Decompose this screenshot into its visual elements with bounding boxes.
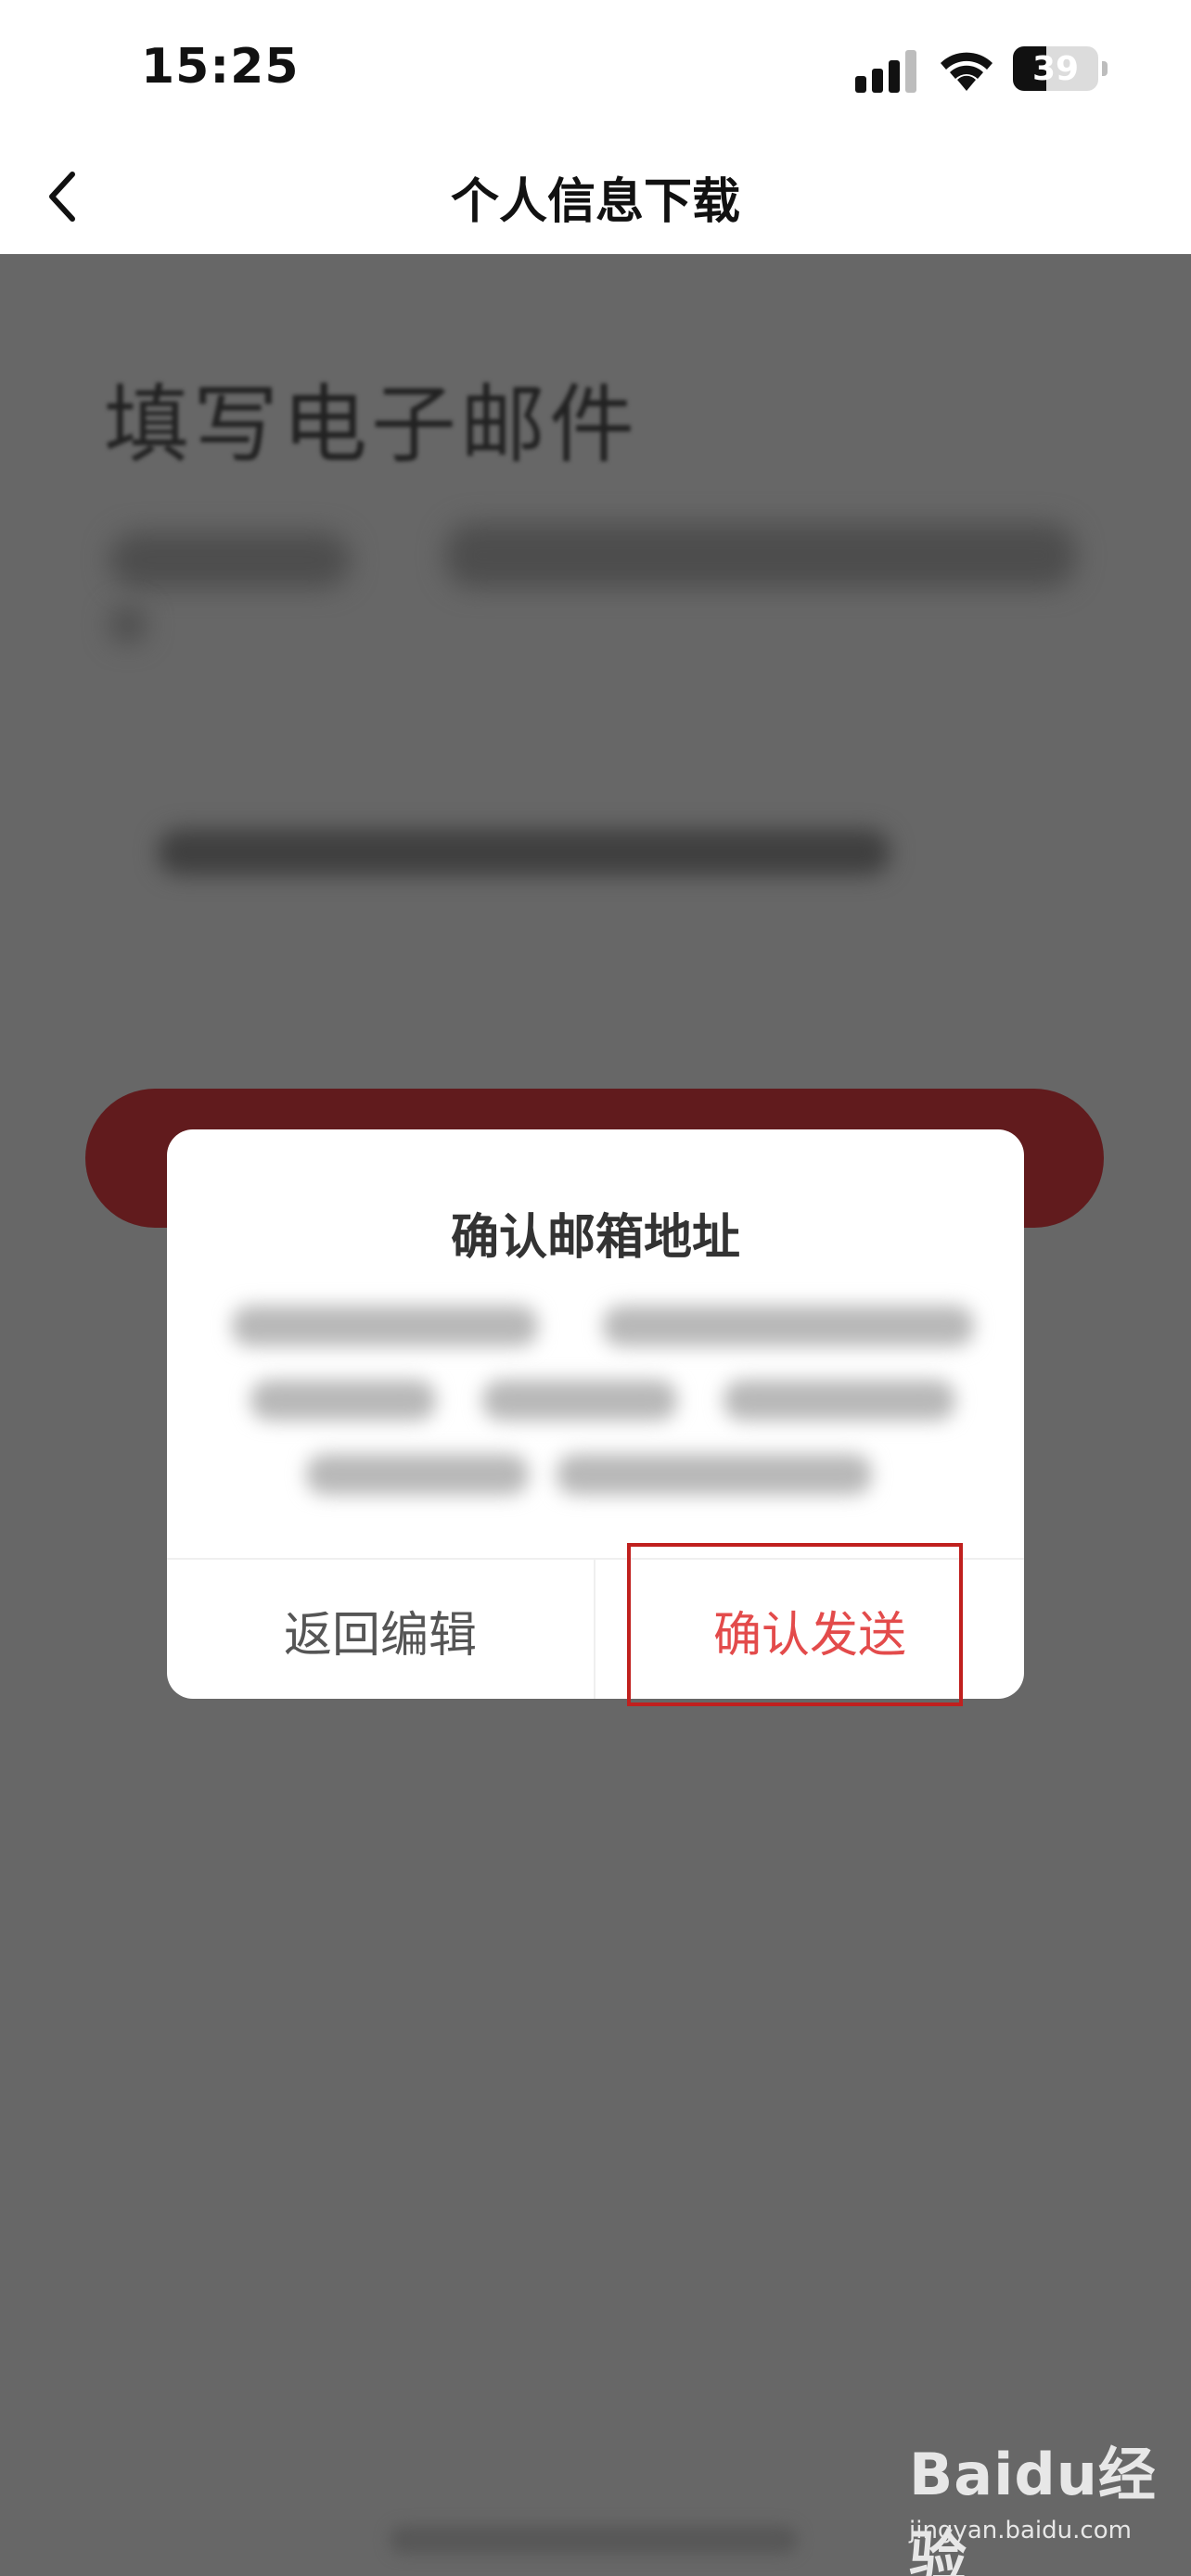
blurred-description-line <box>445 523 1076 588</box>
page-title: 个人信息下载 <box>450 173 740 230</box>
battery-icon: 39 <box>1013 46 1098 91</box>
blurred-description-line <box>109 606 147 644</box>
highlight-annotation-box <box>627 1543 963 1706</box>
screen: 15:25 39 个人信息下载 填写电子邮件 确认邮箱地址 返回编辑 确认发送 … <box>0 0 1191 2576</box>
dialog-message-blurred <box>167 1278 1024 1519</box>
nav-bar: 个人信息下载 <box>0 139 1191 254</box>
status-time: 15:25 <box>141 39 300 95</box>
status-bar: 15:25 39 <box>0 0 1191 139</box>
blurred-message-line <box>232 1306 538 1346</box>
watermark-logo: Baidu经验 <box>909 2441 1157 2576</box>
email-heading: 填写电子邮件 <box>104 376 639 475</box>
chevron-left-icon[interactable] <box>41 161 85 232</box>
blurred-footer-text <box>390 2526 798 2554</box>
blurred-message-line <box>250 1380 436 1421</box>
blurred-message-line <box>603 1306 974 1346</box>
blurred-message-line <box>482 1380 677 1421</box>
blurred-message-line <box>306 1454 529 1495</box>
blurred-message-line <box>724 1380 955 1421</box>
watermark-site: jingyan.baidu.com <box>909 2517 1132 2544</box>
battery-level: 39 <box>1031 49 1080 88</box>
blurred-email-input <box>158 829 890 875</box>
signal-icon <box>855 50 916 93</box>
blurred-description-line <box>109 532 351 588</box>
battery-cap <box>1102 61 1108 76</box>
dialog-title: 确认邮箱地址 <box>450 1210 740 1266</box>
baidu-watermark: Baidu经验 jingyan.baidu.com <box>909 2428 1178 2576</box>
blurred-message-line <box>557 1454 872 1495</box>
back-to-edit-button[interactable]: 返回编辑 <box>167 1560 594 1699</box>
wifi-icon <box>941 52 992 91</box>
